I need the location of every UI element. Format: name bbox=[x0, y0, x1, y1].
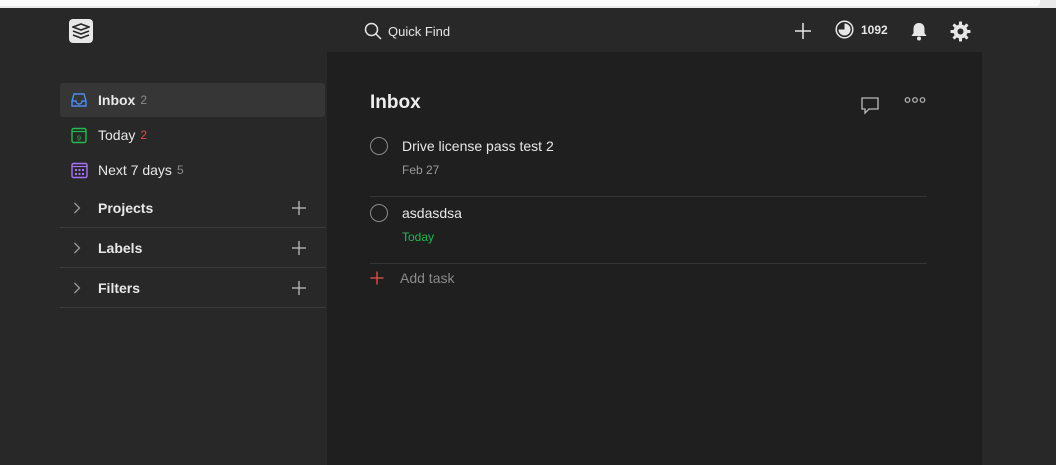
karma-icon bbox=[835, 20, 854, 39]
top-bar: Quick Find 1092 bbox=[0, 8, 1056, 52]
browser-top-strip bbox=[0, 0, 1056, 8]
inbox-count: 2 bbox=[140, 93, 148, 107]
add-task-label: Add task bbox=[400, 270, 455, 286]
quick-find-search[interactable]: Quick Find bbox=[364, 21, 450, 41]
today-icon-day: 9 bbox=[77, 133, 81, 142]
today-icon: 9 bbox=[70, 126, 88, 144]
page-title: Inbox bbox=[370, 92, 421, 113]
comment-icon bbox=[861, 97, 879, 115]
section-label: Filters bbox=[98, 279, 141, 296]
notifications-button[interactable] bbox=[909, 19, 929, 43]
filters-section[interactable]: Filters bbox=[60, 268, 326, 308]
settings-button[interactable] bbox=[950, 19, 971, 43]
right-gutter bbox=[982, 52, 1056, 465]
add-project-icon[interactable] bbox=[289, 198, 309, 218]
sidebar-item-label: Next 7 days bbox=[98, 162, 172, 178]
task-checkbox[interactable] bbox=[370, 137, 388, 155]
more-icon bbox=[904, 97, 926, 103]
comments-button[interactable] bbox=[860, 96, 880, 115]
task-due-date[interactable]: Feb 27 bbox=[402, 163, 439, 177]
sidebar-item-today[interactable]: 9 Today 2 bbox=[60, 118, 325, 152]
todoist-logo-icon[interactable] bbox=[69, 19, 93, 43]
section-label: Projects bbox=[98, 199, 154, 216]
karma-button[interactable]: 1092 bbox=[835, 20, 888, 39]
bell-icon bbox=[911, 23, 927, 41]
sidebar-item-next-7-days[interactable]: Next 7 days 5 bbox=[60, 153, 325, 187]
chevron-right-icon[interactable] bbox=[73, 202, 87, 214]
task-due-date[interactable]: Today bbox=[402, 230, 434, 244]
next-7-days-count: 5 bbox=[176, 163, 184, 177]
add-label-icon[interactable] bbox=[289, 238, 309, 258]
search-icon bbox=[364, 22, 382, 40]
plus-icon bbox=[370, 271, 384, 285]
add-task-inline-button[interactable]: Add task bbox=[370, 270, 454, 286]
today-count: 2 bbox=[140, 128, 148, 142]
add-filter-icon[interactable] bbox=[289, 278, 309, 298]
main-content: Inbox Drive license pass test 2 Feb 27 a… bbox=[327, 52, 982, 465]
task-title[interactable]: Drive license pass test 2 bbox=[402, 138, 554, 154]
sidebar-item-inbox[interactable]: Inbox 2 bbox=[60, 83, 325, 117]
quick-find-placeholder: Quick Find bbox=[388, 23, 451, 39]
inbox-icon bbox=[70, 91, 88, 109]
karma-value: 1092 bbox=[861, 22, 888, 37]
labels-section[interactable]: Labels bbox=[60, 228, 326, 268]
sidebar-item-label: Inbox bbox=[98, 92, 136, 108]
gear-icon bbox=[950, 21, 971, 41]
task-checkbox[interactable] bbox=[370, 204, 388, 222]
sidebar: Inbox 2 9 Today 2 Next 7 days 5 Projects… bbox=[0, 52, 327, 465]
more-actions-button[interactable] bbox=[904, 96, 926, 104]
task-item[interactable]: asdasdsa Today bbox=[370, 197, 927, 264]
calendar-icon bbox=[70, 161, 88, 179]
task-title[interactable]: asdasdsa bbox=[402, 205, 462, 221]
plus-icon bbox=[795, 23, 811, 39]
chevron-right-icon[interactable] bbox=[73, 282, 87, 294]
chevron-right-icon[interactable] bbox=[73, 242, 87, 254]
task-item[interactable]: Drive license pass test 2 Feb 27 bbox=[370, 130, 927, 197]
sidebar-item-label: Today bbox=[98, 127, 136, 143]
section-label: Labels bbox=[98, 239, 143, 256]
add-task-button[interactable] bbox=[794, 19, 812, 43]
projects-section[interactable]: Projects bbox=[60, 188, 326, 228]
